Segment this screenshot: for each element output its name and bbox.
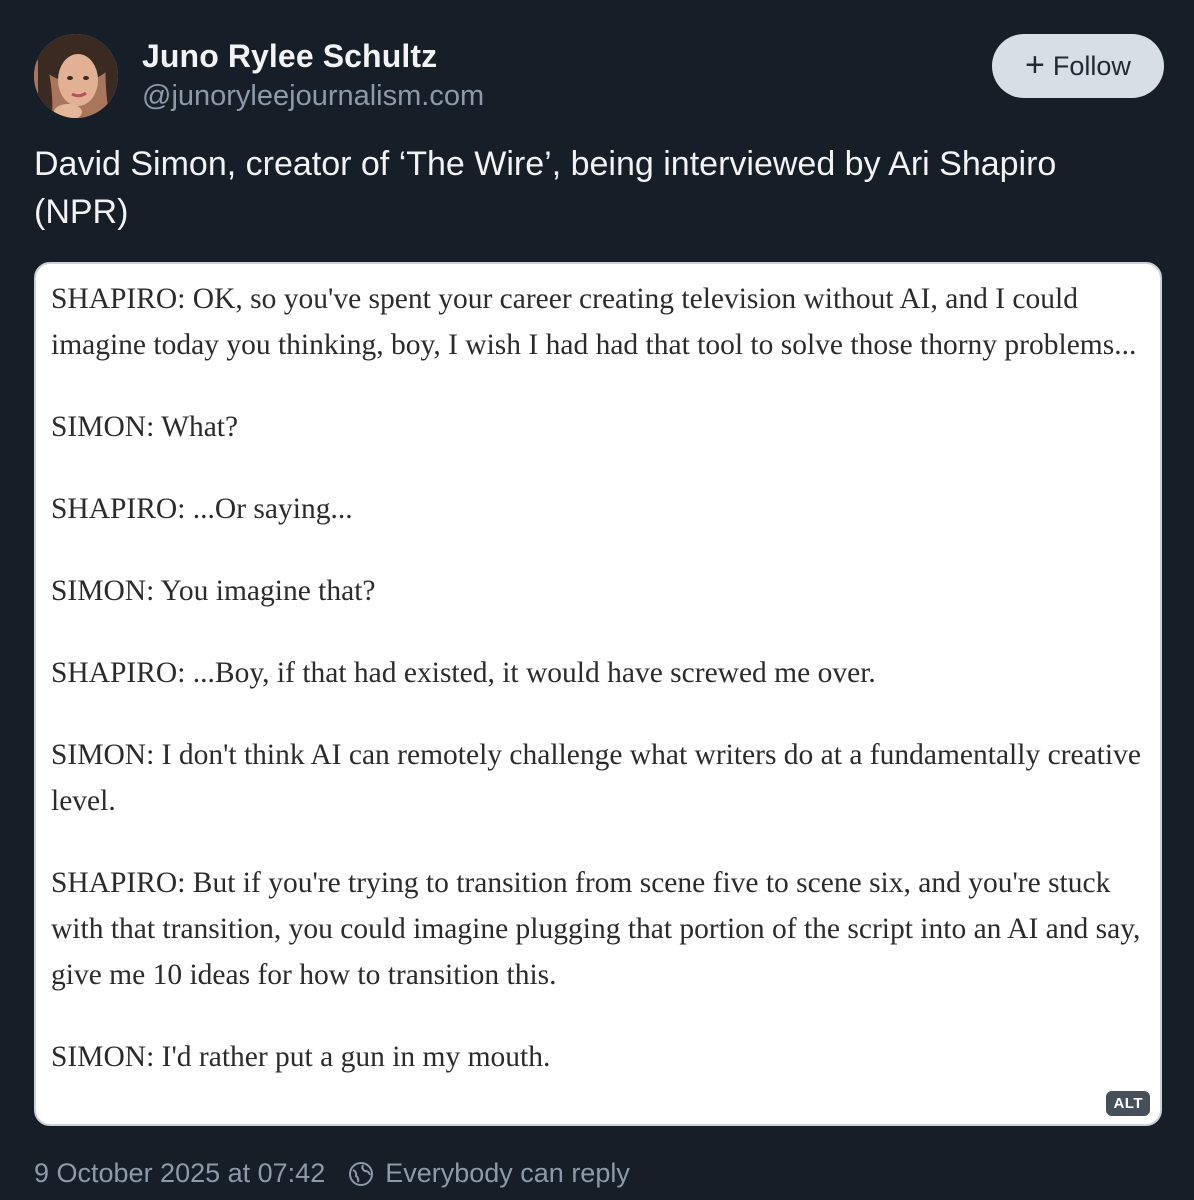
transcript-line: SIMON: I'd rather put a gun in my mouth. <box>51 1041 551 1073</box>
post-footer: 9 October 2025 at 07:42 Everybody can re… <box>34 1158 630 1189</box>
transcript-line: SIMON: What? <box>51 411 239 443</box>
post: Juno Rylee Schultz @junoryleejournalism.… <box>0 0 1194 1200</box>
transcript-line: SHAPIRO: OK, so you've spent your career… <box>51 283 1137 361</box>
plus-icon: + <box>1025 45 1045 84</box>
globe-icon <box>347 1160 375 1188</box>
handle[interactable]: @junoryleejournalism.com <box>142 80 484 113</box>
follow-label: Follow <box>1052 50 1131 81</box>
follow-button[interactable]: + Follow <box>992 34 1164 98</box>
avatar-image <box>34 34 118 118</box>
display-name[interactable]: Juno Rylee Schultz <box>142 38 437 75</box>
transcript-line: SIMON: I don't think AI can remotely cha… <box>51 739 1141 817</box>
alt-badge[interactable]: ALT <box>1106 1091 1150 1116</box>
post-text: David Simon, creator of ‘The Wire’, bein… <box>34 145 1057 231</box>
transcript-line: SHAPIRO: But if you're trying to transit… <box>51 867 1141 991</box>
transcript-line: SHAPIRO: ...Or saying... <box>51 493 353 525</box>
transcript-text: SHAPIRO: OK, so you've spent your career… <box>51 276 1160 1080</box>
avatar[interactable] <box>34 34 118 118</box>
reply-setting: Everybody can reply <box>385 1158 630 1188</box>
image-attachment[interactable]: SHAPIRO: OK, so you've spent your career… <box>34 262 1162 1126</box>
transcript-line: SHAPIRO: ...Boy, if that had existed, it… <box>51 657 876 689</box>
timestamp[interactable]: 9 October 2025 at 07:42 <box>34 1158 325 1189</box>
transcript-line: SIMON: You imagine that? <box>51 575 376 607</box>
